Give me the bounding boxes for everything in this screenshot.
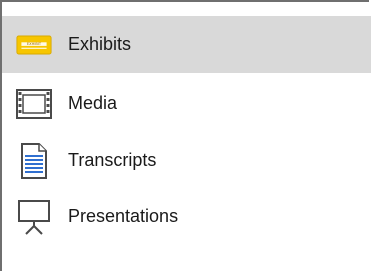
nav-item-label: Presentations bbox=[68, 206, 179, 226]
nav-item-label: Media bbox=[68, 93, 118, 113]
nav-item-label: Transcripts bbox=[68, 150, 157, 170]
nav-item-transcripts[interactable]: Transcripts bbox=[2, 132, 371, 189]
nav-item-presentations[interactable]: Presentations bbox=[2, 188, 371, 245]
document-icon bbox=[16, 142, 52, 179]
exhibit-sticker-text: EXHIBIT bbox=[27, 42, 42, 46]
film-strip-icon bbox=[16, 86, 52, 122]
nav-item-media[interactable]: Media bbox=[2, 75, 371, 132]
nav-item-exhibits[interactable]: EXHIBIT Exhibits bbox=[2, 16, 371, 73]
presentation-easel-icon bbox=[16, 199, 52, 235]
exhibit-sticker-icon: EXHIBIT bbox=[16, 27, 52, 63]
navigation-panel: EXHIBIT Exhibits Media Transcripts Prese… bbox=[0, 0, 371, 271]
nav-item-label: Exhibits bbox=[68, 34, 132, 54]
